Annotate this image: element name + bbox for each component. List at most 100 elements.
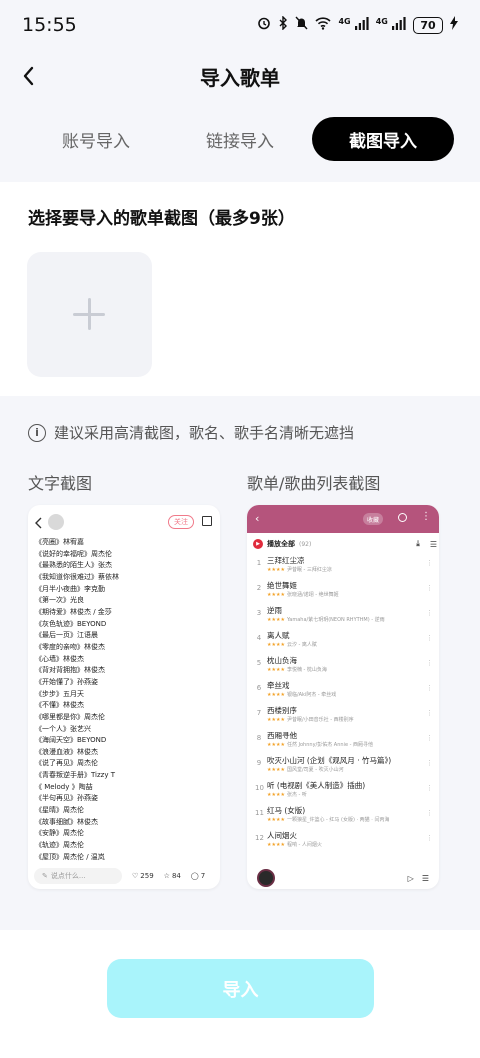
plus-icon-vertical — [88, 298, 91, 330]
song-artist-text: Yamaha/紫七玥玥(NEON RHYTHM) - 逆雨 — [286, 617, 385, 623]
song-artist: ★★★★ 张晓涵/诺翊 - 绝世舞姬 — [267, 591, 339, 598]
more-icon: ⋮ — [426, 659, 433, 667]
import-tabs: 账号导入 链接导入 截图导入 — [0, 114, 480, 164]
rating-stars: ★★★★ — [267, 592, 285, 598]
upload-title: 选择要导入的歌单截图（最多9张） — [28, 209, 295, 229]
more-icon: ⋮ — [426, 684, 433, 692]
list-item: 4 离人赋 ★★★★ 云汐 - 离人赋 ⋮ — [247, 627, 439, 652]
tab-account-import[interactable]: 账号导入 — [40, 117, 152, 161]
song-artist: ★★★★ 银临/Aki阿杰 - 牵丝戏 — [267, 691, 336, 698]
song-title: 西厢寻他 — [267, 731, 297, 740]
song-artist-text: 银临/Aki阿杰 - 牵丝戏 — [286, 692, 337, 698]
header: 导入歌单 — [0, 50, 480, 102]
add-screenshot-button[interactable] — [27, 252, 152, 377]
charging-icon — [450, 16, 458, 34]
playlist-songs: 1 三拜红尘凉 ★★★★ 尹昔眠 - 三拜红尘凉 ⋮ 2 绝世舞姬 ★★★★ 张晓涵/诺翊 - … — [247, 552, 439, 852]
song-artist: ★★★★ 国风堂/司夏 - 吹灭小山河 — [267, 766, 344, 773]
song-number: 9 — [256, 759, 262, 767]
song-artist: ★★★★ 尹昔眠/小田音乐社 - 西楼别序 — [267, 716, 354, 723]
song-title: 西楼别序 — [267, 706, 297, 715]
rating-stars: ★★★★ — [267, 567, 285, 573]
comment-placeholder: 说点什么... — [50, 872, 86, 880]
song-number: 3 — [256, 609, 262, 617]
share-icon — [202, 516, 212, 526]
song-artist-text: 尹昔眠/小田音乐社 - 西楼别序 — [286, 717, 354, 723]
rating-stars: ★★★★ — [267, 667, 285, 673]
signal-icon-2: 4G — [375, 16, 406, 34]
song-title: 枕山负海 — [267, 656, 297, 665]
list-item: 2 绝世舞姬 ★★★★ 张晓涵/诺翊 - 绝世舞姬 ⋮ — [247, 577, 439, 602]
playlist-icon: ☰ — [421, 873, 429, 883]
more-icon: ⋮ — [426, 559, 433, 567]
song-artist-text: 任然 Johnny/彭佑杰 Annie - 西厢寻他 — [286, 742, 374, 748]
playlist-header: ‹ 收藏 ⋮ — [247, 505, 439, 533]
song-artist: ★★★★ 程响 - 人间烟火 — [267, 841, 322, 848]
mini-player: ▷ ☰ — [247, 867, 439, 889]
song-artist: ★★★★ 任然 Johnny/彭佑杰 Annie - 西厢寻他 — [267, 741, 373, 748]
song-count: (92) — [299, 540, 312, 548]
song-line: 《一个人》张艺兴 — [35, 724, 91, 733]
example-text-lines: 《亮圈》林宥嘉 《说好的幸福呢》周杰伦 《最熟悉的陌生人》张杰 《我知道你很难过》蔡依… — [35, 537, 215, 863]
song-number: 2 — [256, 584, 262, 592]
song-line: 《青春叛逆手册》Tizzy T — [35, 771, 115, 780]
more-icon: ⋮ — [421, 511, 431, 522]
song-artist: ★★★★ 尹昔眠 - 三拜红尘凉 — [267, 566, 332, 573]
rating-stars: ★★★★ — [267, 692, 285, 698]
song-line: 《最后一页》江语晨 — [35, 631, 98, 640]
song-line: 《哪里都是你》周杰伦 — [35, 712, 105, 721]
likes-stat: ♡ 259 — [132, 872, 154, 880]
more-icon: ⋮ — [426, 709, 433, 717]
list-item: 9 吹灭小山河 (企划《观风月 · 竹马篇》) ★★★★ 国风堂/司夏 - 吹灭小山河… — [247, 752, 439, 777]
import-button[interactable]: 导入 — [107, 959, 374, 1018]
upload-card: 选择要导入的歌单截图（最多9张） — [0, 182, 480, 396]
example-text-bottombar: ✎ 说点什么... ♡ 259 ☆ 84 ◯ 7 — [28, 865, 220, 887]
song-artist: ★★★★ 李悦楠 - 枕山负海 — [267, 666, 327, 673]
song-number: 1 — [256, 559, 262, 567]
song-artist-text: 李悦楠 - 枕山负海 — [286, 667, 327, 673]
back-button[interactable] — [12, 60, 44, 92]
bottom-bar: 导入 — [0, 930, 480, 1058]
follow-badge: 关注 — [168, 515, 194, 529]
more-icon: ⋮ — [426, 584, 433, 592]
song-line: 《背对背拥抱》林俊杰 — [35, 666, 105, 675]
list-item: 8 西厢寻他 ★★★★ 任然 Johnny/彭佑杰 Annie - 西厢寻他 ⋮ — [247, 727, 439, 752]
example-text-screenshot: 关注 《亮圈》林宥嘉 《说好的幸福呢》周杰伦 《最熟悉的陌生人》张杰 《我知道你很难过… — [28, 505, 220, 889]
search-icon — [398, 513, 407, 522]
song-number: 11 — [255, 809, 264, 817]
rating-stars: ★★★★ — [267, 617, 285, 623]
song-line: 《开始懂了》孙燕姿 — [35, 677, 98, 686]
rating-stars: ★★★★ — [267, 817, 285, 823]
more-icon: ⋮ — [426, 759, 433, 767]
song-line: 《期待爱》林俊杰 / 金莎 — [35, 607, 112, 616]
likes-count: 259 — [140, 872, 154, 880]
play-all-label: 播放全部 — [267, 540, 295, 548]
song-line: 《星晴》周杰伦 — [35, 806, 84, 815]
example-list-label: 歌单/歌曲列表截图 — [247, 474, 381, 493]
song-artist: ★★★★ Yamaha/紫七玥玥(NEON RHYTHM) - 逆雨 — [267, 616, 385, 623]
song-number: 12 — [255, 834, 264, 842]
song-artist-text: 一颗狼星_许篮心 - 红马 (女版) · 两猫 · 闫丙海 — [286, 817, 390, 823]
song-artist-text: 张晓涵/诺翊 - 绝世舞姬 — [286, 592, 339, 598]
song-line: 《 Melody 》陶喆 — [35, 782, 93, 791]
tab-screenshot-import[interactable]: 截图导入 — [312, 117, 454, 161]
song-line: 《说好的幸福呢》周杰伦 — [35, 549, 112, 558]
song-line: 《屋顶》周杰伦 / 温岚 — [35, 852, 105, 861]
song-number: 6 — [256, 684, 262, 692]
play-all-row: ▶ 播放全部 (92) ⤓ ☰ — [253, 537, 437, 551]
song-line: 《故事细腻》林俊杰 — [35, 817, 98, 826]
tip-row: i 建议采用高清截图，歌名、歌手名清晰无遮挡 — [28, 422, 354, 443]
example-text-topbar: 关注 — [28, 513, 220, 535]
status-icons: 4G 4G 70 — [257, 15, 458, 34]
song-line: 《我知道你很难过》蔡依林 — [35, 572, 119, 581]
status-bar: 15:55 4G 4G 70 — [0, 0, 480, 50]
rating-stars: ★★★★ — [267, 742, 285, 748]
more-icon: ⋮ — [426, 609, 433, 617]
list-item: 3 逆雨 ★★★★ Yamaha/紫七玥玥(NEON RHYTHM) - 逆雨 ⋮ — [247, 602, 439, 627]
song-number: 4 — [256, 634, 262, 642]
signal-label-2: 4G — [375, 16, 388, 26]
comment-icon: ◯ — [190, 872, 199, 880]
song-artist-text: 云汐 - 离人赋 — [286, 642, 317, 648]
tab-link-import[interactable]: 链接导入 — [184, 117, 296, 161]
rating-stars: ★★★★ — [267, 792, 285, 798]
song-artist-text: 国风堂/司夏 - 吹灭小山河 — [286, 767, 344, 773]
